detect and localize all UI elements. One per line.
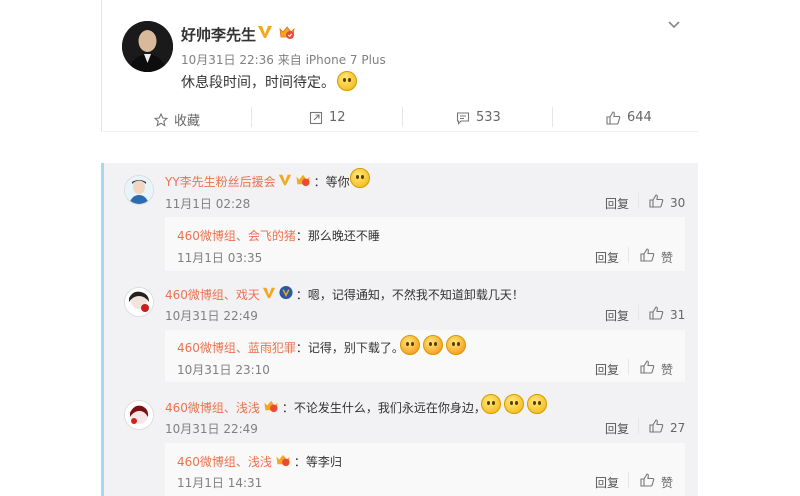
thumbs-up-icon xyxy=(640,248,655,266)
post-meta: 10月31日 22:36 来自 iPhone 7 Plus xyxy=(181,53,386,67)
action-divider xyxy=(628,359,629,375)
commenter-name[interactable]: 460微博组、戏天 xyxy=(165,286,260,303)
sub-commenter-name[interactable]: 460微博组、会飞的猪 xyxy=(177,229,296,243)
cry-emoji-icon xyxy=(481,394,501,414)
thumbs-up-icon xyxy=(649,306,664,324)
wait-emoji-icon xyxy=(350,168,370,188)
sub-comment-text: ：记得，别下载了。 xyxy=(295,341,404,355)
action-divider xyxy=(251,107,252,127)
sub-like-button[interactable]: 赞 xyxy=(640,360,673,378)
verified-v-icon xyxy=(278,173,292,191)
sub-reply-button[interactable]: 回复 xyxy=(595,249,619,266)
author-avatar[interactable] xyxy=(122,21,173,72)
sub-comment-time: 10月31日 23:10 xyxy=(177,363,270,377)
sub-comment-line: 460微博组、蓝雨犯罪：记得，别下载了。 xyxy=(177,339,404,356)
comment-like-count: 27 xyxy=(670,421,686,435)
sub-like-button[interactable]: 赞 xyxy=(640,248,673,266)
action-divider xyxy=(638,418,639,434)
action-divider xyxy=(552,107,553,127)
verified-v-icon xyxy=(257,24,273,40)
comment-count: 533 xyxy=(476,110,501,125)
cry-emoji-icon xyxy=(527,394,547,414)
sub-comment-line: 460微博组、浅浅 ：等李归 xyxy=(177,452,342,471)
like-button[interactable]: 644 xyxy=(606,110,652,125)
sub-comment-time: 11月1日 03:35 xyxy=(177,251,263,265)
comment-like-count: 31 xyxy=(670,308,686,322)
comment-like-count: 30 xyxy=(670,196,686,210)
comment-time: 11月1日 02:28 xyxy=(165,197,251,211)
star-icon xyxy=(154,112,168,127)
reply-button[interactable]: 回复 xyxy=(605,420,629,437)
sub-reply-button[interactable]: 回复 xyxy=(595,361,619,378)
comment-like-button[interactable]: 31 xyxy=(649,306,685,324)
action-divider xyxy=(628,247,629,263)
repost-icon xyxy=(309,111,323,125)
comment-line: 460微博组、戏天 ：嗯，记得通知，不然我不知道卸载几天！ xyxy=(165,285,524,304)
action-divider xyxy=(402,107,403,127)
comment-button[interactable]: 533 xyxy=(456,110,501,125)
like-count: 644 xyxy=(627,110,652,125)
commenter-avatar[interactable] xyxy=(124,175,154,205)
sub-comment-time: 11月1日 14:31 xyxy=(177,476,263,490)
cry-emoji-icon xyxy=(504,394,524,414)
favorite-button[interactable]: 收藏 xyxy=(154,110,200,129)
comment-time: 10月31日 22:49 xyxy=(165,309,258,323)
laugh-emoji-icon xyxy=(400,335,420,355)
sub-like-label: 赞 xyxy=(661,475,674,490)
smile-emoji-icon xyxy=(337,71,357,91)
comment-text: ：等你 xyxy=(313,175,350,189)
action-divider xyxy=(638,193,639,209)
member-badge-icon xyxy=(278,285,294,304)
commenter-avatar[interactable] xyxy=(124,287,154,317)
comment-text: ：不论发生什么，我们永远在你身边， xyxy=(281,401,486,415)
sub-like-label: 赞 xyxy=(661,362,674,377)
sub-reply-button[interactable]: 回复 xyxy=(595,474,619,491)
reply-button[interactable]: 回复 xyxy=(605,307,629,324)
thumbs-up-icon xyxy=(649,419,664,437)
commenter-name[interactable]: YY李先生粉丝后援会 xyxy=(165,173,276,190)
action-divider xyxy=(628,472,629,488)
reply-button[interactable]: 回复 xyxy=(605,195,629,212)
author-name[interactable]: 好帅李先生 xyxy=(181,24,256,45)
sub-commenter-name[interactable]: 460微博组、浅浅 xyxy=(177,453,272,470)
comment-time: 10月31日 22:49 xyxy=(165,422,258,436)
chevron-down-icon[interactable] xyxy=(667,18,681,32)
card-divider xyxy=(101,131,698,132)
vip-crown-icon xyxy=(294,172,312,191)
laugh-emoji-icon xyxy=(423,335,443,355)
thumbs-up-icon xyxy=(649,194,664,212)
vip-crown-icon xyxy=(278,24,296,40)
sub-like-button[interactable]: 赞 xyxy=(640,473,673,491)
commenter-name[interactable]: 460微博组、浅浅 xyxy=(165,399,260,416)
sub-like-label: 赞 xyxy=(661,250,674,265)
sub-comment-text: ：等李归 xyxy=(293,455,342,469)
thumbs-up-icon xyxy=(640,360,655,378)
vip-crown-icon xyxy=(274,452,292,471)
verified-v-icon xyxy=(262,286,276,304)
comment-like-button[interactable]: 27 xyxy=(649,419,685,437)
thumbs-up-icon xyxy=(606,110,621,125)
vip-crown-icon xyxy=(262,398,280,417)
laugh-emoji-icon xyxy=(446,335,466,355)
commenter-avatar[interactable] xyxy=(124,400,154,430)
favorite-label: 收藏 xyxy=(174,114,201,129)
comment-text: ：嗯，记得通知，不然我不知道卸载几天！ xyxy=(295,288,524,302)
sub-comment-text: ：那么晚还不睡 xyxy=(295,229,380,243)
thumbs-up-icon xyxy=(640,473,655,491)
sub-comment-line: 460微博组、会飞的猪：那么晚还不睡 xyxy=(177,227,380,244)
comment-line: 460微博组、浅浅 ：不论发生什么，我们永远在你身边， xyxy=(165,398,486,417)
comment-icon xyxy=(456,111,470,125)
action-divider xyxy=(638,305,639,321)
comment-like-button[interactable]: 30 xyxy=(649,194,685,212)
repost-count: 12 xyxy=(329,110,346,125)
repost-button[interactable]: 12 xyxy=(309,110,346,125)
comment-line: YY李先生粉丝后援会 ：等你 xyxy=(165,172,350,191)
sub-commenter-name[interactable]: 460微博组、蓝雨犯罪 xyxy=(177,341,296,355)
post-text: 休息段时间，时间待定。 xyxy=(181,75,335,91)
